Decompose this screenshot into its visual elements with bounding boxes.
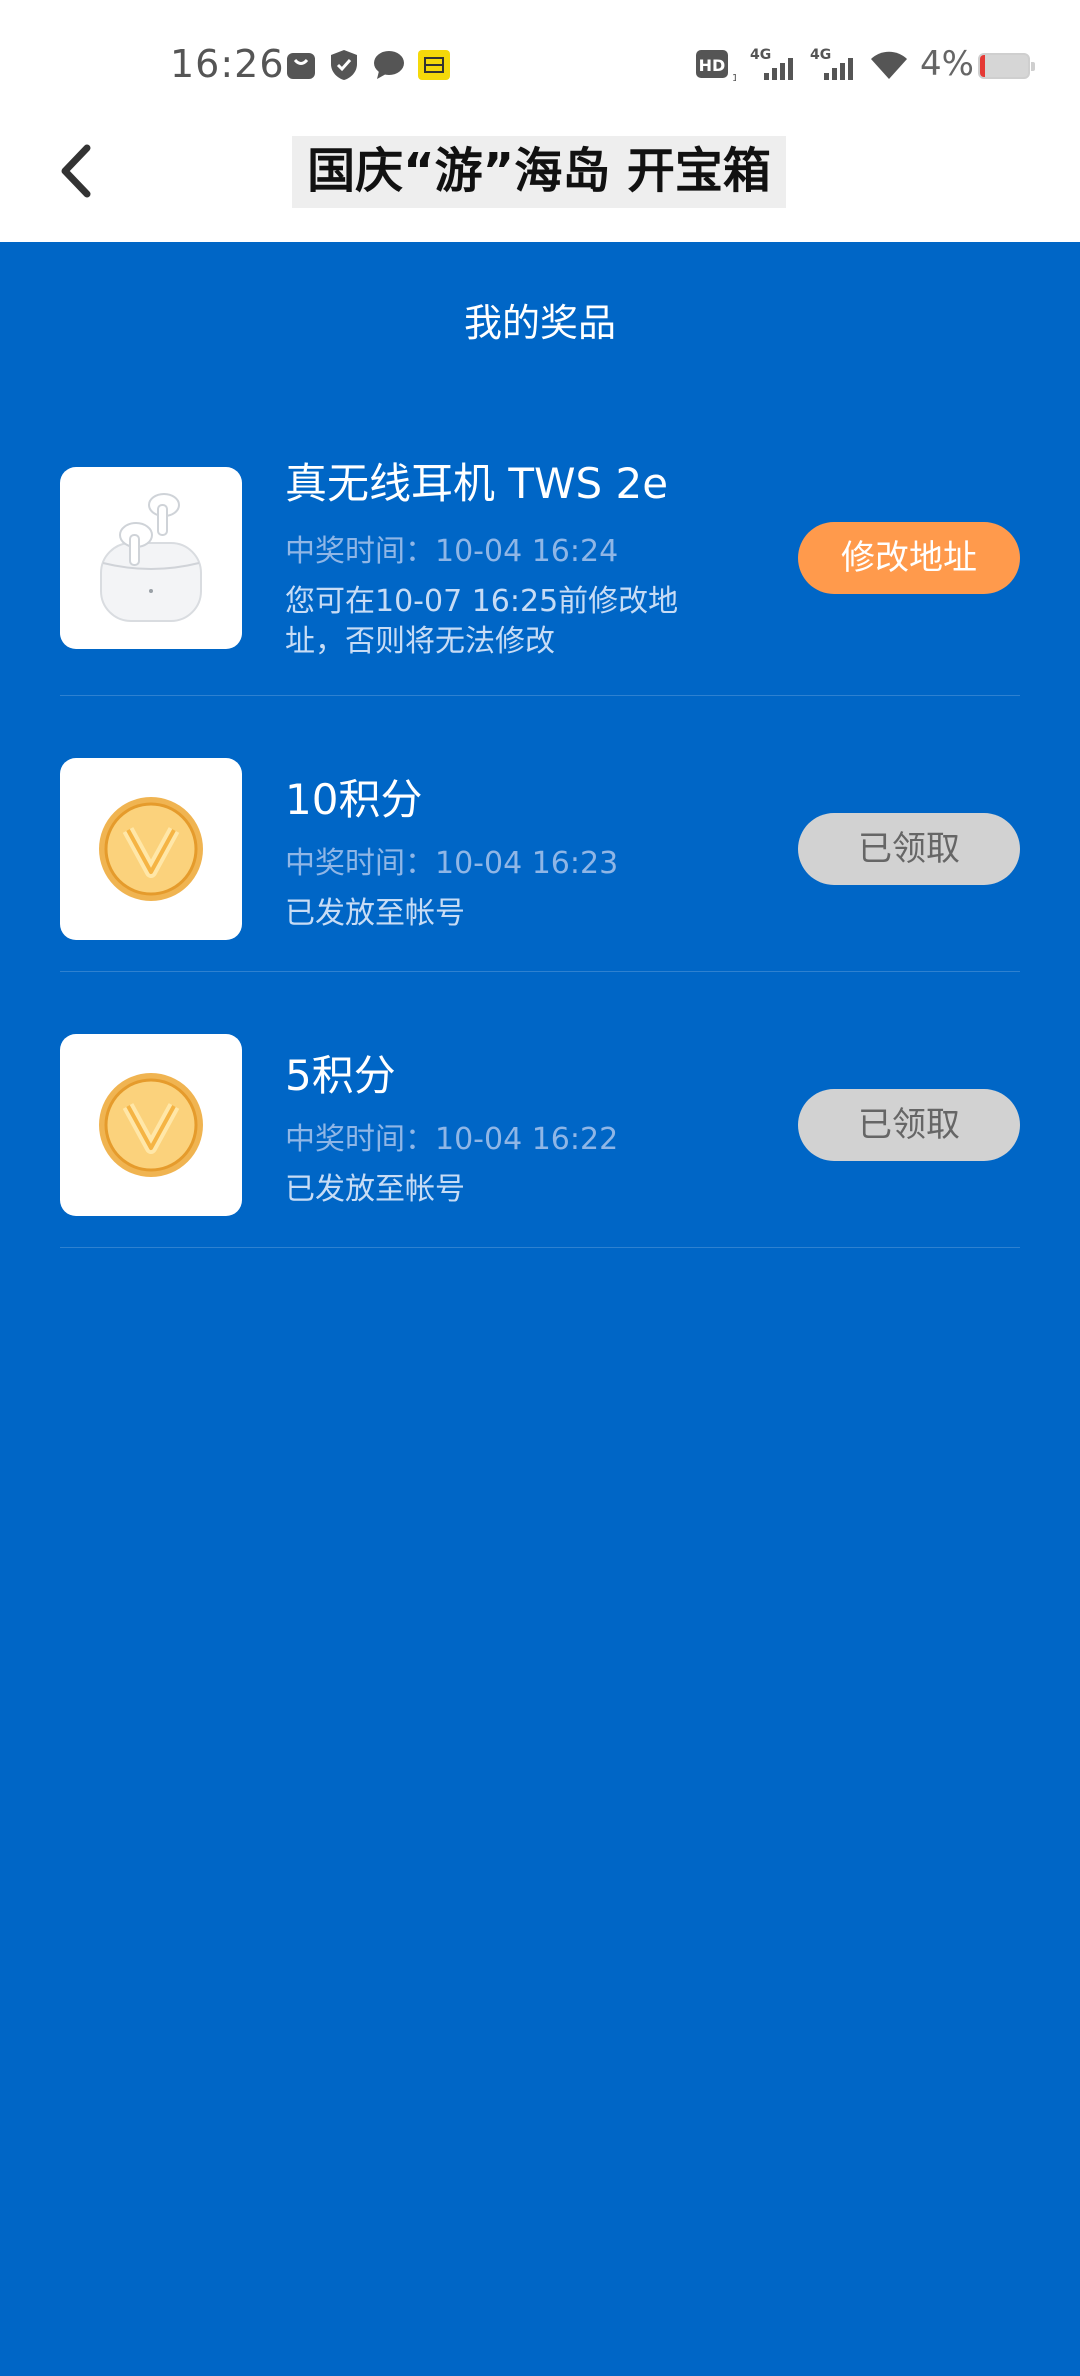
prize-time: 中奖时间：10-04 16:22	[285, 1122, 619, 1157]
chevron-left-icon	[61, 144, 91, 198]
page-title: 国庆“游”海岛 开宝箱	[292, 136, 786, 208]
back-button[interactable]	[40, 136, 110, 206]
coin-icon	[60, 758, 242, 940]
coin-icon	[60, 1034, 242, 1216]
prize-note: 已发放至帐号	[285, 1172, 465, 1207]
battery-icon	[978, 53, 1035, 79]
wifi-icon	[870, 50, 908, 84]
app-badge-icon	[418, 50, 450, 84]
status-time: 16:26	[170, 42, 285, 86]
section-title: 我的奖品	[463, 301, 616, 345]
signal-4g-icon: 4G	[810, 46, 860, 86]
edit-address-button[interactable]: 修改地址	[798, 522, 1020, 594]
prize-time: 中奖时间：10-04 16:23	[285, 846, 619, 881]
prize-note: 已发放至帐号	[285, 896, 465, 931]
header: 国庆“游”海岛 开宝箱	[0, 110, 1080, 242]
svg-text:1: 1	[732, 73, 736, 82]
prize-row: 10积分 中奖时间：10-04 16:23 已发放至帐号 已领取	[60, 696, 1020, 972]
prize-row: 真无线耳机 TWS 2e 中奖时间：10-04 16:24 您可在10-07 1…	[60, 420, 1020, 696]
hd-icon: HD 1	[696, 50, 738, 86]
prize-name: 5积分	[285, 1051, 396, 1100]
prize-name: 10积分	[285, 775, 423, 824]
net-label: 4G	[810, 47, 831, 63]
bag-icon	[286, 50, 316, 84]
chat-bubble-icon	[373, 50, 405, 84]
claimed-button[interactable]: 已领取	[798, 1089, 1020, 1161]
hd-label: HD	[699, 56, 726, 75]
prize-time: 中奖时间：10-04 16:24	[285, 534, 619, 569]
claimed-button[interactable]: 已领取	[798, 813, 1020, 885]
battery-percent: 4%	[920, 44, 974, 84]
prize-note: 您可在10-07 16:25前修改地址，否则将无法修改	[285, 584, 679, 659]
net-label: 4G	[750, 47, 771, 63]
shield-icon	[330, 49, 358, 85]
signal-4g-icon: 4G	[750, 46, 800, 86]
prize-row: 5积分 中奖时间：10-04 16:22 已发放至帐号 已领取	[60, 972, 1020, 1248]
prize-name: 真无线耳机 TWS 2e	[285, 459, 669, 508]
earbuds-image	[60, 467, 242, 649]
